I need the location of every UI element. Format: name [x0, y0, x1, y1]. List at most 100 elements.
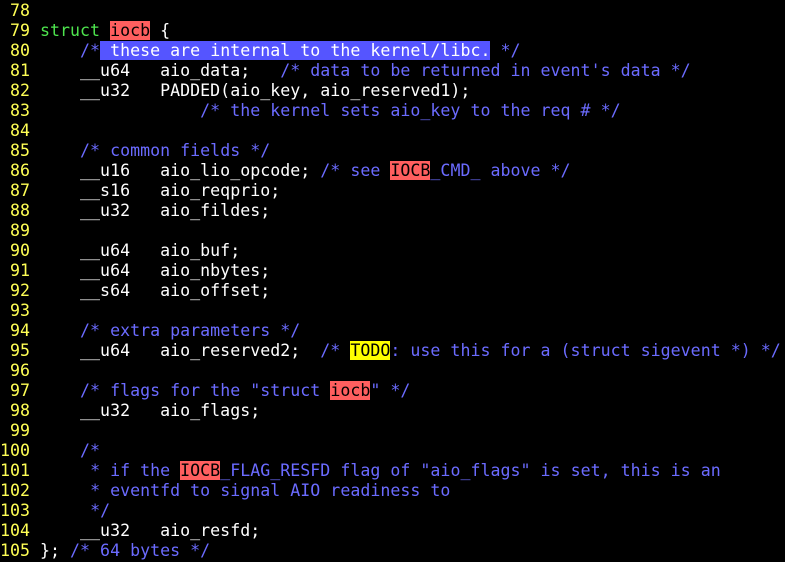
- code-line[interactable]: 99: [0, 421, 785, 441]
- code-line[interactable]: 89: [0, 221, 785, 241]
- line-number: 99: [10, 421, 30, 440]
- line-number: 88: [10, 201, 30, 220]
- code-line[interactable]: 92 __s64 aio_offset;: [0, 281, 785, 301]
- line-number: 91: [10, 261, 30, 280]
- line-number: 84: [10, 121, 30, 140]
- code-token: __u32 aio_flags;: [40, 401, 261, 420]
- code-line[interactable]: 97 /* flags for the "struct iocb" */: [0, 381, 785, 401]
- comment: _FLAG_RESFD flag of "aio_flags" is set, …: [220, 461, 721, 480]
- code-token: __u64 aio_nbytes;: [40, 261, 271, 280]
- code-line[interactable]: 95 __u64 aio_reserved2; /* TODO: use thi…: [0, 341, 785, 361]
- code-line[interactable]: 86 __u16 aio_lio_opcode; /* see IOCB_CMD…: [0, 161, 785, 181]
- line-number: 98: [10, 401, 30, 420]
- code-text: }; /* 64 bytes */: [40, 541, 210, 561]
- line-number: 96: [10, 361, 30, 380]
- comment: /*: [80, 441, 101, 460]
- comment: */: [90, 501, 111, 520]
- line-number: 103: [0, 501, 30, 520]
- line-number: 87: [10, 181, 30, 200]
- code-line[interactable]: 91 __u64 aio_nbytes;: [0, 261, 785, 281]
- code-text: /* common fields */: [40, 141, 270, 161]
- code-text: __u32 aio_flags;: [40, 401, 260, 421]
- comment: * eventfd to signal AIO readiness to: [90, 481, 451, 500]
- comment: /* data to be returned in event's data *…: [280, 61, 691, 80]
- code-text: /* flags for the "struct iocb" */: [40, 381, 410, 401]
- line-number: 101: [0, 461, 30, 480]
- code-text: __u16 aio_lio_opcode; /* see IOCB_CMD_ a…: [40, 161, 571, 181]
- search-match: IOCB: [180, 461, 221, 480]
- code-text: * eventfd to signal AIO readiness to: [40, 481, 450, 501]
- code-line[interactable]: 88 __u32 aio_fildes;: [0, 201, 785, 221]
- code-line[interactable]: 101 * if the IOCB_FLAG_RESFD flag of "ai…: [0, 461, 785, 481]
- code-line[interactable]: 87 __s16 aio_reqprio;: [0, 181, 785, 201]
- code-text: __s16 aio_reqprio;: [40, 181, 280, 201]
- code-text: * if the IOCB_FLAG_RESFD flag of "aio_fl…: [40, 461, 721, 481]
- code-text: __u32 aio_resfd;: [40, 521, 260, 541]
- search-match: iocb: [110, 21, 151, 40]
- line-number: 105: [0, 541, 30, 560]
- code-line[interactable]: 90 __u64 aio_buf;: [0, 241, 785, 261]
- code-token: __u64 aio_reserved2;: [40, 341, 321, 360]
- comment: */: [490, 41, 521, 60]
- code-line[interactable]: 93: [0, 301, 785, 321]
- line-number: 104: [0, 521, 30, 540]
- code-token: __s64 aio_offset;: [40, 281, 271, 300]
- visual-selection: these are internal to the kernel/libc.: [100, 41, 491, 60]
- line-number: 86: [10, 161, 30, 180]
- keyword: struct: [40, 21, 101, 40]
- code-line[interactable]: 85 /* common fields */: [0, 141, 785, 161]
- code-text: __u32 aio_fildes;: [40, 201, 270, 221]
- line-number: 93: [10, 301, 30, 320]
- code-line[interactable]: 104 __u32 aio_resfd;: [0, 521, 785, 541]
- line-number: 94: [10, 321, 30, 340]
- code-line[interactable]: 83 /* the kernel sets aio_key to the req…: [0, 101, 785, 121]
- code-text: __u64 aio_data; /* data to be returned i…: [40, 61, 691, 81]
- code-line[interactable]: 80 /* these are internal to the kernel/l…: [0, 41, 785, 61]
- code-text: struct iocb {: [40, 21, 170, 41]
- code-text: __u64 aio_reserved2; /* TODO: use this f…: [40, 341, 781, 361]
- line-number: 89: [10, 221, 30, 240]
- comment: /* see: [320, 161, 391, 180]
- comment: /* extra parameters */: [80, 321, 301, 340]
- code-text: */: [40, 501, 110, 521]
- code-text: /*: [40, 441, 100, 461]
- comment: /*: [80, 41, 101, 60]
- code-text: __u32 PADDED(aio_key, aio_reserved1);: [40, 81, 470, 101]
- code-line[interactable]: 100 /*: [0, 441, 785, 461]
- comment: /* flags for the "struct: [80, 381, 331, 400]
- line-number: 80: [10, 41, 30, 60]
- code-line[interactable]: 82 __u32 PADDED(aio_key, aio_reserved1);: [0, 81, 785, 101]
- code-line[interactable]: 94 /* extra parameters */: [0, 321, 785, 341]
- code-text: /* the kernel sets aio_key to the req # …: [40, 101, 621, 121]
- code-line[interactable]: 103 */: [0, 501, 785, 521]
- code-token: __u64 aio_data;: [40, 61, 281, 80]
- code-line[interactable]: 98 __u32 aio_flags;: [0, 401, 785, 421]
- line-number: 90: [10, 241, 30, 260]
- code-text: __u64 aio_buf;: [40, 241, 240, 261]
- code-line[interactable]: 79 struct iocb {: [0, 21, 785, 41]
- code-line[interactable]: 96: [0, 361, 785, 381]
- code-line[interactable]: 105 }; /* 64 bytes */: [0, 541, 785, 561]
- line-number: 83: [10, 101, 30, 120]
- code-line[interactable]: 81 __u64 aio_data; /* data to be returne…: [0, 61, 785, 81]
- search-match: iocb: [330, 381, 371, 400]
- code-token: __u64 aio_buf;: [40, 241, 241, 260]
- code-line[interactable]: 84: [0, 121, 785, 141]
- line-number: 79: [10, 21, 30, 40]
- comment: /* the kernel sets aio_key to the req # …: [200, 101, 621, 120]
- code-line[interactable]: 78: [0, 1, 785, 21]
- comment: /* 64 bytes */: [70, 541, 211, 560]
- code-token: __u32 aio_resfd;: [40, 521, 261, 540]
- line-number: 97: [10, 381, 30, 400]
- code-line[interactable]: 102 * eventfd to signal AIO readiness to: [0, 481, 785, 501]
- comment: : use this for a (struct sigevent *) */: [390, 341, 781, 360]
- search-match: IOCB: [390, 161, 431, 180]
- code-editor[interactable]: 78 79 struct iocb {80 /* these are interna…: [0, 0, 785, 562]
- line-number: 82: [10, 81, 30, 100]
